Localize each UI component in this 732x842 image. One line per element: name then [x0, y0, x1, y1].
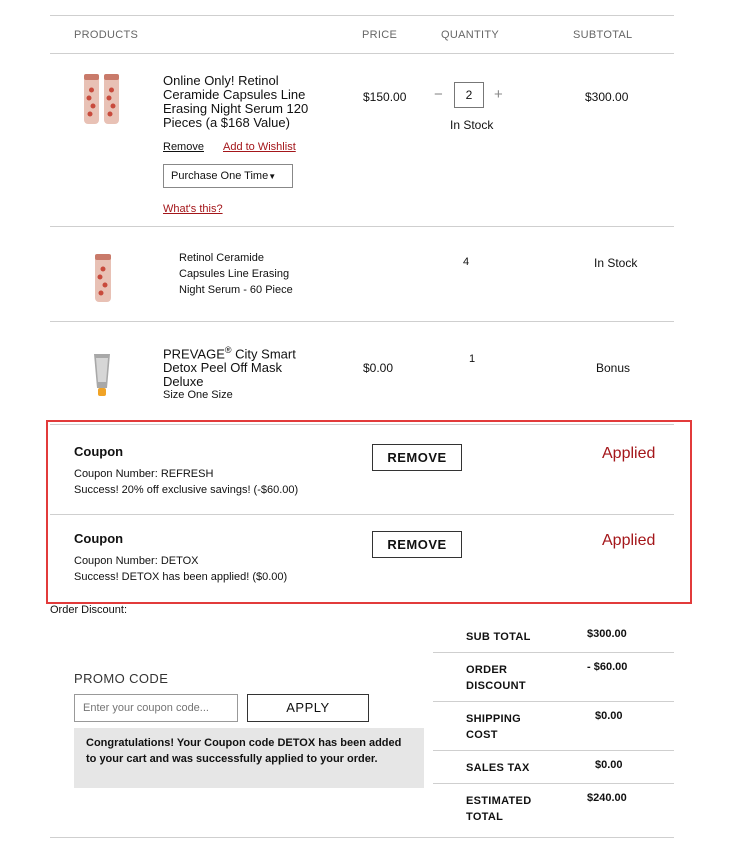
row-divider [50, 424, 674, 425]
bottom-border [50, 837, 674, 838]
stock-status: In Stock [594, 256, 638, 270]
summary-label-sales-tax: SALES TAX [466, 762, 530, 774]
coupon-message: Success! DETOX has been applied! ($0.00) [74, 571, 288, 583]
caret-down-icon: ▼ [268, 172, 277, 181]
coupon-status: Applied [602, 532, 656, 549]
purchase-option-value: Purchase One Time [171, 170, 269, 182]
apply-coupon-button[interactable]: APPLY [247, 694, 369, 722]
summary-label-estimated-total: ESTIMATED TOTAL [466, 795, 532, 823]
row-divider [50, 321, 674, 322]
coupon-status: Applied [602, 445, 656, 462]
header-quantity: QUANTITY [441, 29, 500, 41]
whats-this-link[interactable]: What's this? [163, 203, 223, 215]
remove-coupon-button[interactable]: REMOVE [372, 531, 462, 558]
summary-value-estimated-total: $240.00 [587, 792, 627, 804]
product-name-prevage-mask[interactable]: PREVAGE® City Smart Detox Peel Off Mask … [163, 343, 296, 389]
coupon-title: Coupon [74, 444, 124, 459]
coupon-number: Coupon Number: DETOX [74, 555, 199, 567]
table-top-border [50, 15, 674, 16]
quantity-input[interactable]: 2 [454, 82, 484, 108]
summary-divider [433, 750, 674, 751]
header-subtotal: SUBTOTAL [573, 29, 633, 41]
quantity-increment-button[interactable]: + [494, 86, 503, 103]
bonus-label: Bonus [596, 361, 631, 375]
summary-divider [433, 652, 674, 653]
row-divider [50, 514, 674, 515]
coupon-title: Coupon [74, 531, 124, 546]
summary-value-sales-tax: $0.00 [595, 759, 623, 771]
item-quantity: 1 [469, 353, 476, 365]
product-name-retinol-120[interactable]: Online Only! Retinol Ceramide Capsules L… [163, 74, 308, 130]
product-image-retinol-120[interactable] [80, 72, 128, 128]
stock-status: In Stock [450, 118, 494, 132]
header-price: PRICE [362, 29, 398, 41]
item-subtotal: $300.00 [585, 90, 629, 104]
summary-divider [433, 783, 674, 784]
promo-code-heading: PROMO CODE [74, 671, 169, 686]
product-name-retinol-60: Retinol Ceramide Capsules Line Erasing N… [179, 252, 293, 296]
purchase-option-select[interactable]: Purchase One Time▼ [163, 164, 293, 188]
order-discount-label: Order Discount: [50, 604, 128, 616]
header-products: PRODUCTS [74, 29, 139, 41]
coupon-number: Coupon Number: REFRESH [74, 468, 214, 480]
summary-label-order-discount: ORDER DISCOUNT [466, 664, 526, 692]
summary-value-order-discount: - $60.00 [587, 661, 628, 673]
row-divider [50, 226, 674, 227]
coupon-message: Success! 20% off exclusive savings! (-$6… [74, 484, 299, 496]
summary-divider [433, 701, 674, 702]
summary-label-shipping: SHIPPING COST [466, 713, 521, 741]
item-price: $0.00 [363, 361, 394, 375]
remove-coupon-button[interactable]: REMOVE [372, 444, 462, 471]
product-size: Size One Size [163, 389, 233, 401]
summary-value-shipping: $0.00 [595, 710, 623, 722]
add-to-wishlist-link[interactable]: Add to Wishlist [223, 141, 296, 153]
coupon-success-message: Congratulations! Your Coupon code DETOX … [74, 728, 424, 788]
product-image-retinol-60[interactable] [92, 252, 114, 304]
coupon-code-input[interactable] [74, 694, 238, 722]
summary-label-subtotal: SUB TOTAL [466, 631, 531, 643]
remove-link[interactable]: Remove [163, 141, 204, 153]
item-price: $150.00 [363, 90, 407, 104]
quantity-decrement-button[interactable]: − [434, 86, 443, 103]
product-image-prevage-mask[interactable] [92, 352, 112, 398]
header-divider [50, 53, 674, 54]
item-quantity: 4 [463, 256, 470, 268]
summary-value-subtotal: $300.00 [587, 628, 627, 640]
